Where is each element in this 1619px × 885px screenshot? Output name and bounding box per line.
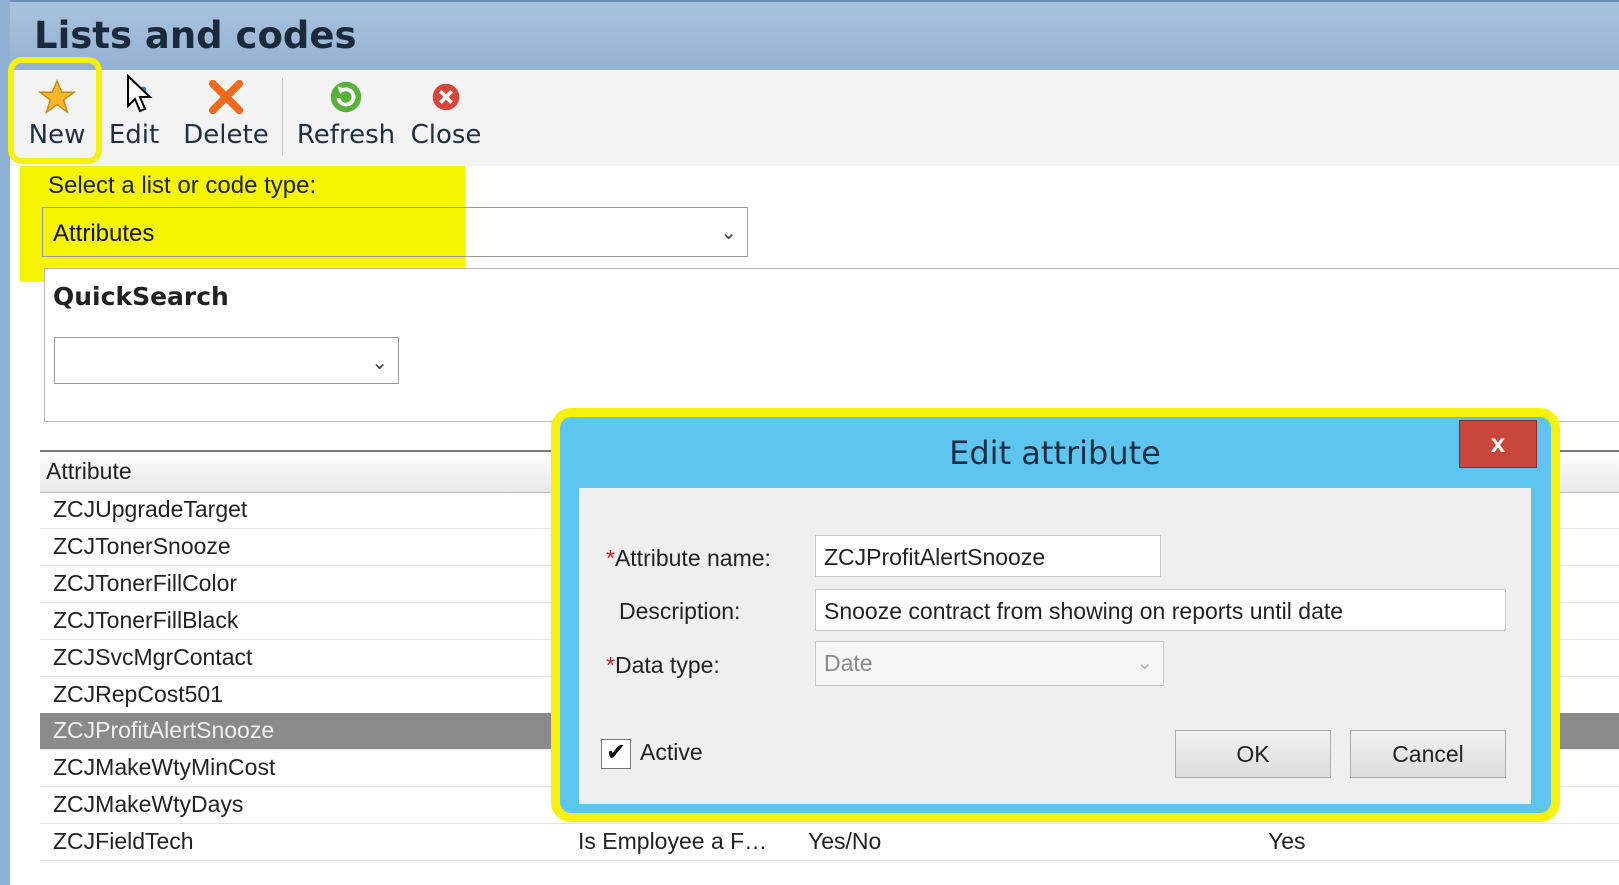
- close-circle-icon: [432, 83, 460, 111]
- refresh-icon: [330, 81, 362, 113]
- refresh-button[interactable]: Refresh: [294, 78, 398, 158]
- close-button-label: Close: [410, 120, 482, 150]
- active-checkbox[interactable]: ✔: [601, 739, 631, 769]
- page-title: Lists and codes: [34, 14, 357, 57]
- check-icon: ✔: [605, 739, 627, 766]
- close-button[interactable]: Close: [410, 78, 482, 158]
- row-attribute: ZCJSvcMgrContact: [53, 644, 253, 670]
- quicksearch-label: QuickSearch: [53, 282, 229, 311]
- new-button-highlight: [8, 57, 102, 164]
- data-type-label: *Data type:: [606, 652, 720, 679]
- attribute-name-label-text: Attribute name:: [614, 545, 771, 571]
- chevron-down-icon: ⌄: [720, 222, 737, 244]
- row-attribute: ZCJMakeWtyMinCost: [53, 754, 276, 780]
- quicksearch-select[interactable]: ⌄: [54, 337, 399, 384]
- attribute-name-label: *Attribute name:: [606, 545, 771, 572]
- description-label: Description:: [619, 598, 741, 624]
- data-type-value: Date: [824, 650, 873, 676]
- ok-button[interactable]: OK: [1175, 730, 1331, 778]
- list-type-value: Attributes: [53, 220, 155, 247]
- delete-button[interactable]: Delete: [176, 78, 276, 158]
- row-attribute: ZCJTonerSnooze: [53, 533, 231, 559]
- required-marker: *: [606, 652, 615, 678]
- required-marker: *: [606, 545, 615, 571]
- chevron-down-icon: ⌄: [371, 352, 388, 374]
- row-attribute: ZCJTonerFillBlack: [53, 607, 239, 633]
- row-description: Is Employee a F…: [578, 828, 768, 854]
- toolbar: New Edit Delete Refresh Close: [10, 70, 1619, 166]
- row-data-type: Yes/No: [808, 828, 882, 854]
- refresh-button-label: Refresh: [296, 120, 396, 150]
- dialog-title: Edit attribute: [949, 434, 1161, 472]
- list-type-select[interactable]: Attributes ⌄: [42, 207, 748, 257]
- delete-button-label: Delete: [183, 120, 269, 150]
- x-icon: [208, 79, 244, 115]
- cancel-button[interactable]: Cancel: [1350, 730, 1506, 778]
- dialog-close-button[interactable]: x: [1459, 420, 1537, 468]
- row-active: Yes: [1268, 828, 1306, 854]
- row-attribute: ZCJFieldTech: [53, 828, 194, 854]
- attribute-name-input[interactable]: ZCJProfitAlertSnooze: [815, 535, 1161, 577]
- row-attribute: ZCJProfitAlertSnooze: [53, 717, 275, 743]
- row-attribute: ZCJRepCost501: [53, 681, 224, 707]
- table-row[interactable]: ZCJFieldTech Is Employee a F… Yes/No Yes: [40, 824, 1619, 861]
- row-attribute: ZCJUpgradeTarget: [53, 496, 248, 522]
- list-type-label: Select a list or code type:: [48, 172, 317, 199]
- row-attribute: ZCJMakeWtyDays: [53, 791, 244, 817]
- active-label: Active: [640, 739, 703, 765]
- row-attribute: ZCJTonerFillColor: [53, 570, 238, 596]
- chevron-down-icon: ⌄: [1136, 652, 1153, 674]
- data-type-select[interactable]: Date ⌄: [815, 641, 1164, 686]
- column-header-attribute[interactable]: Attribute: [46, 458, 132, 485]
- data-type-label-text: Data type:: [614, 652, 720, 678]
- description-input[interactable]: Snooze contract from showing on reports …: [815, 589, 1506, 631]
- toolbar-separator: [282, 78, 283, 156]
- edit-button-label: Edit: [108, 120, 160, 150]
- mouse-cursor-icon: [127, 74, 153, 113]
